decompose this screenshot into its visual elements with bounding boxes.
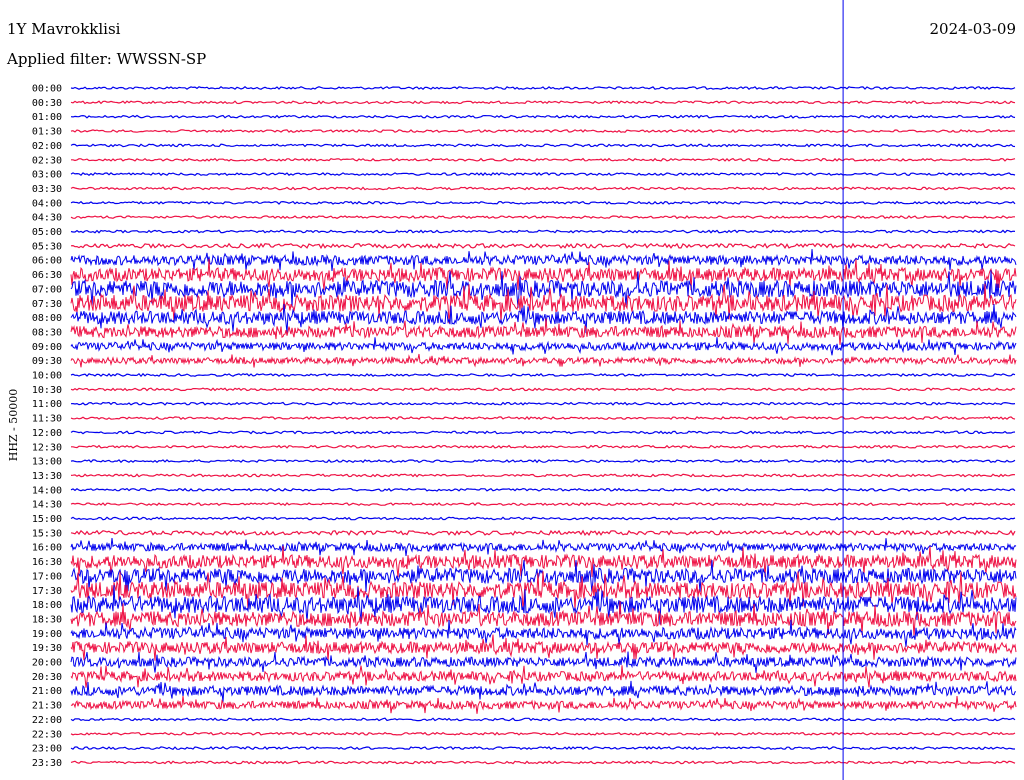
tick-label-1430: 14:30: [32, 500, 62, 511]
trace-row-0530: [70, 242, 1016, 250]
trace-row-0400: [70, 200, 1016, 205]
trace-row-1400: [70, 487, 1016, 492]
trace-row-1530: [70, 529, 1016, 537]
trace-row-1100: [70, 401, 1016, 406]
trace-row-0030: [70, 100, 1016, 105]
tick-label-1300: 13:00: [32, 457, 62, 468]
tick-label-2000: 20:00: [32, 658, 62, 669]
tick-label-1230: 12:30: [32, 442, 62, 453]
tick-label-1700: 17:00: [32, 571, 62, 582]
tick-label-1930: 19:30: [32, 643, 62, 654]
tick-label-0030: 00:30: [32, 98, 62, 109]
tick-label-0600: 06:00: [32, 256, 62, 267]
tick-label-0430: 04:30: [32, 213, 62, 224]
tick-label-1900: 19:00: [32, 629, 62, 640]
trace-row-1030: [70, 387, 1016, 392]
trace-row-2230: [70, 731, 1016, 736]
tick-label-0700: 07:00: [32, 284, 62, 295]
tick-label-1030: 10:30: [32, 385, 62, 396]
trace-row-1230: [71, 444, 1016, 449]
tick-label-1800: 18:00: [32, 600, 62, 611]
tick-label-1130: 11:30: [32, 414, 62, 425]
tick-label-0100: 01:00: [32, 112, 62, 123]
trace-row-2130: [70, 695, 1017, 714]
trace-row-1330: [70, 473, 1016, 478]
tick-label-0500: 05:00: [32, 227, 62, 238]
trace-row-2300: [70, 746, 1015, 751]
trace-row-0100: [70, 114, 1016, 119]
tick-label-1100: 11:00: [32, 399, 62, 410]
tick-label-1500: 15:00: [32, 514, 62, 525]
tick-label-1200: 12:00: [32, 428, 62, 439]
trace-row-0330: [70, 186, 1016, 191]
tick-label-0230: 02:30: [32, 155, 62, 166]
tick-label-0800: 08:00: [32, 313, 62, 324]
trace-row-1500: [70, 516, 1016, 521]
trace-group: [70, 86, 1017, 765]
tick-label-1530: 15:30: [32, 528, 62, 539]
trace-row-0930: [70, 353, 1017, 368]
tick-label-1400: 14:00: [32, 485, 62, 496]
trace-row-1600: [70, 538, 1017, 556]
tick-label-0000: 00:00: [32, 84, 62, 95]
trace-row-1000: [70, 372, 1016, 378]
tick-label-0200: 02:00: [32, 141, 62, 152]
trace-row-2030: [70, 665, 1017, 688]
tick-label-0130: 01:30: [32, 127, 62, 138]
tick-label-0830: 08:30: [32, 327, 62, 338]
tick-label-0630: 06:30: [32, 270, 62, 281]
tick-label-2030: 20:30: [32, 672, 62, 683]
tick-labels: 00:00 00:30 01:00 01:30 02:00 02:30 03:00 03:30…: [32, 84, 62, 769]
trace-row-0300: [70, 172, 1016, 177]
trace-row-0900: [70, 337, 1017, 356]
trace-row-0200: [70, 143, 1016, 148]
tick-label-2330: 23:30: [32, 758, 62, 769]
tick-label-1830: 18:30: [32, 614, 62, 625]
tick-label-0400: 04:00: [32, 198, 62, 209]
tick-label-0730: 07:30: [32, 299, 62, 310]
tick-label-2200: 22:00: [32, 715, 62, 726]
trace-row-2200: [70, 717, 1016, 722]
trace-row-1200: [70, 430, 1016, 435]
trace-row-1430: [70, 502, 1016, 507]
tick-label-2230: 22:30: [32, 729, 62, 740]
tick-label-2100: 21:00: [32, 686, 62, 697]
trace-row-0500: [70, 229, 1016, 234]
helicorder-plot: 00:00 00:30 01:00 01:30 02:00 02:30 03:00 03:30…: [7, 0, 1017, 780]
trace-row-2100: [70, 680, 1017, 702]
trace-row-0830: [70, 318, 1017, 345]
tick-label-0900: 09:00: [32, 342, 62, 353]
tick-label-1000: 10:00: [32, 371, 62, 382]
tick-label-1330: 13:30: [32, 471, 62, 482]
tick-label-1630: 16:30: [32, 557, 62, 568]
trace-row-1300: [70, 459, 1016, 464]
trace-row-0130: [70, 129, 1016, 134]
tick-label-1600: 16:00: [32, 543, 62, 554]
tick-label-2130: 21:30: [32, 701, 62, 712]
trace-row-0430: [70, 215, 1015, 220]
tick-label-0300: 03:00: [32, 170, 62, 181]
tick-label-0530: 05:30: [32, 241, 62, 252]
trace-row-0600: [70, 249, 1017, 272]
trace-row-2330: [70, 760, 1016, 765]
trace-row-0000: [70, 86, 1016, 90]
y-axis-label: HHZ - 50000: [7, 389, 20, 462]
tick-label-2300: 23:00: [32, 744, 62, 755]
trace-row-0230: [71, 157, 1016, 162]
tick-label-0330: 03:30: [32, 184, 62, 195]
tick-label-0930: 09:30: [32, 356, 62, 367]
tick-label-1730: 17:30: [32, 586, 62, 597]
trace-row-1130: [70, 415, 1016, 421]
